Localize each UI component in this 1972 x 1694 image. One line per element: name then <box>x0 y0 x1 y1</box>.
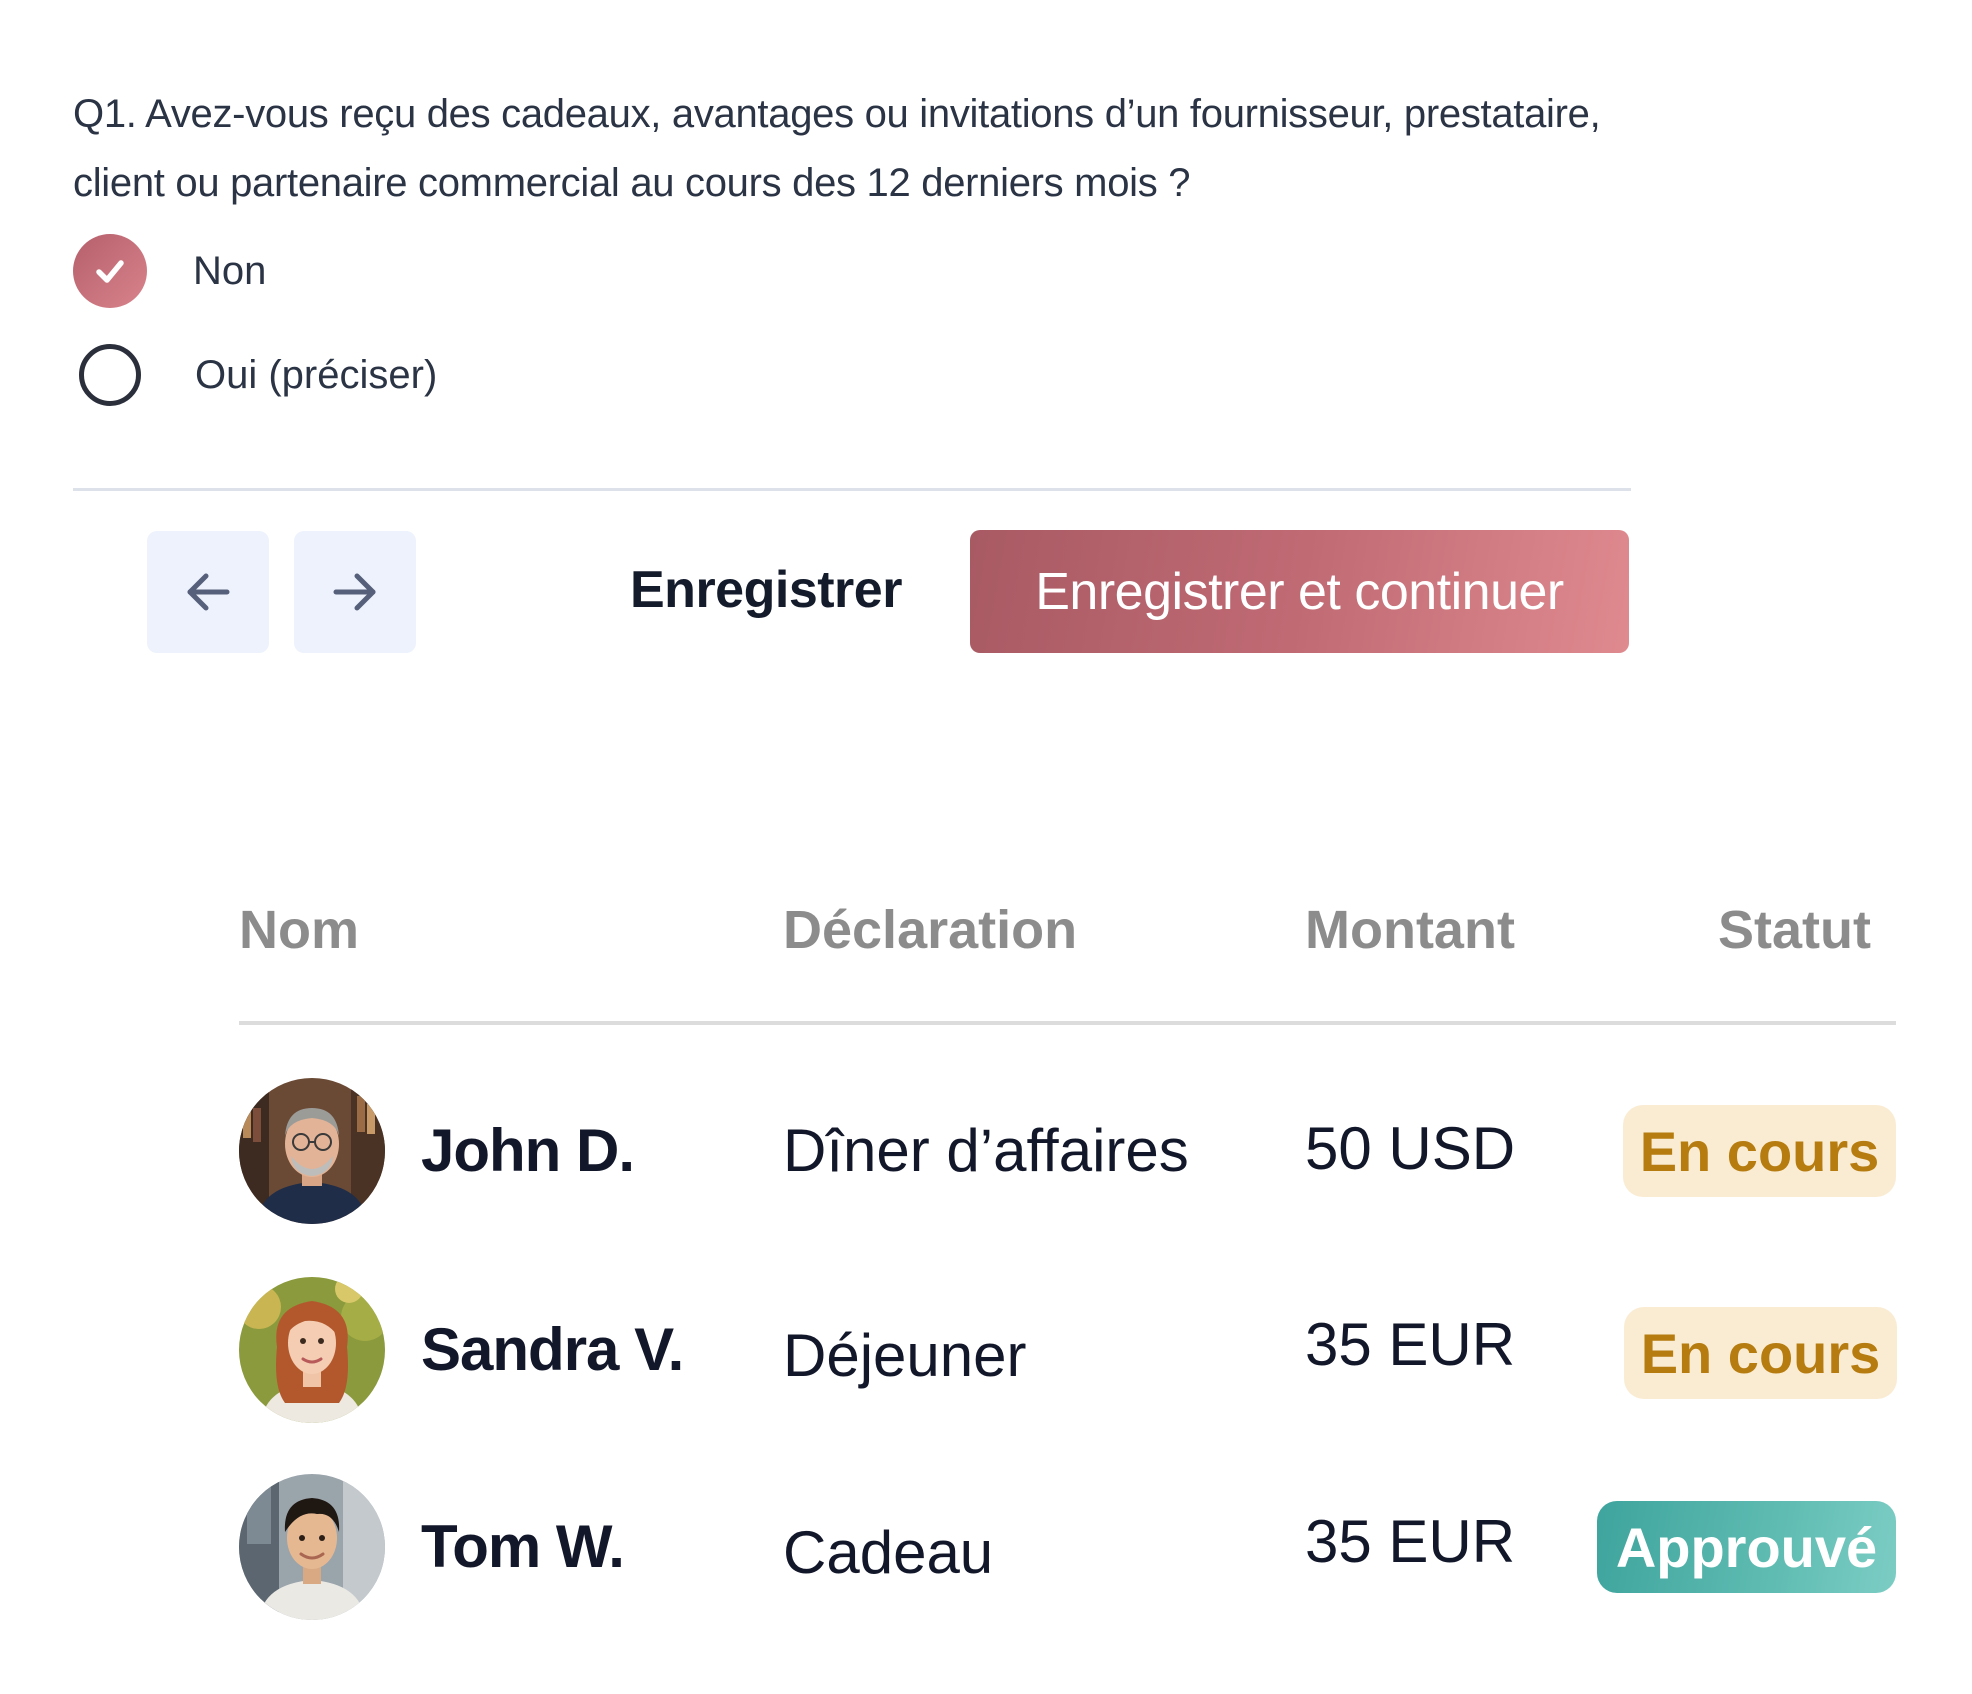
row-name: Sandra V. <box>421 1316 684 1383</box>
row-amount: 50 USD <box>1305 1115 1516 1182</box>
row-amount: 35 EUR <box>1305 1311 1516 1378</box>
row-name: John D. <box>421 1117 635 1184</box>
option-label: Oui (préciser) <box>195 352 438 397</box>
status-badge: En cours <box>1623 1105 1896 1197</box>
option-non[interactable]: Non <box>73 234 266 308</box>
row-declaration: Dîner d’affaires <box>783 1117 1189 1184</box>
row-declaration: Déjeuner <box>783 1322 1027 1389</box>
divider <box>73 488 1631 491</box>
arrow-left-icon <box>187 573 230 611</box>
save-and-continue-button[interactable]: Enregistrer et continuer <box>970 530 1629 653</box>
option-label: Non <box>193 248 267 293</box>
column-header-amount: Montant <box>1305 900 1515 960</box>
radio-checked-icon[interactable] <box>73 234 147 308</box>
row-amount: 35 EUR <box>1305 1508 1516 1575</box>
table-row[interactable]: Sandra V. Déjeuner 35 EUR En cours <box>0 1277 1972 1427</box>
table-header-divider <box>239 1021 1896 1025</box>
radio-unchecked-icon[interactable] <box>79 344 141 406</box>
option-oui[interactable]: Oui (préciser) <box>73 338 437 412</box>
avatar <box>239 1474 385 1620</box>
save-button[interactable]: Enregistrer <box>630 555 902 625</box>
status-badge: Approuvé <box>1597 1501 1896 1593</box>
row-declaration: Cadeau <box>783 1519 994 1586</box>
column-header-status: Statut <box>1718 900 1871 960</box>
status-badge: En cours <box>1624 1307 1897 1399</box>
avatar <box>239 1277 385 1423</box>
column-header-name: Nom <box>239 900 359 960</box>
column-header-declaration: Déclaration <box>783 900 1078 960</box>
row-name: Tom W. <box>421 1513 625 1580</box>
previous-button[interactable] <box>147 531 269 653</box>
arrow-right-icon <box>333 573 376 611</box>
table-row[interactable]: Tom W. Cadeau 35 EUR Approuvé <box>0 1474 1972 1624</box>
next-button[interactable] <box>294 531 416 653</box>
table-row[interactable]: John D. Dîner d’affaires 50 USD En cours <box>0 1078 1972 1228</box>
question-text: Q1. Avez-vous reçu des cadeaux, avantage… <box>73 92 1601 205</box>
avatar <box>239 1078 385 1224</box>
